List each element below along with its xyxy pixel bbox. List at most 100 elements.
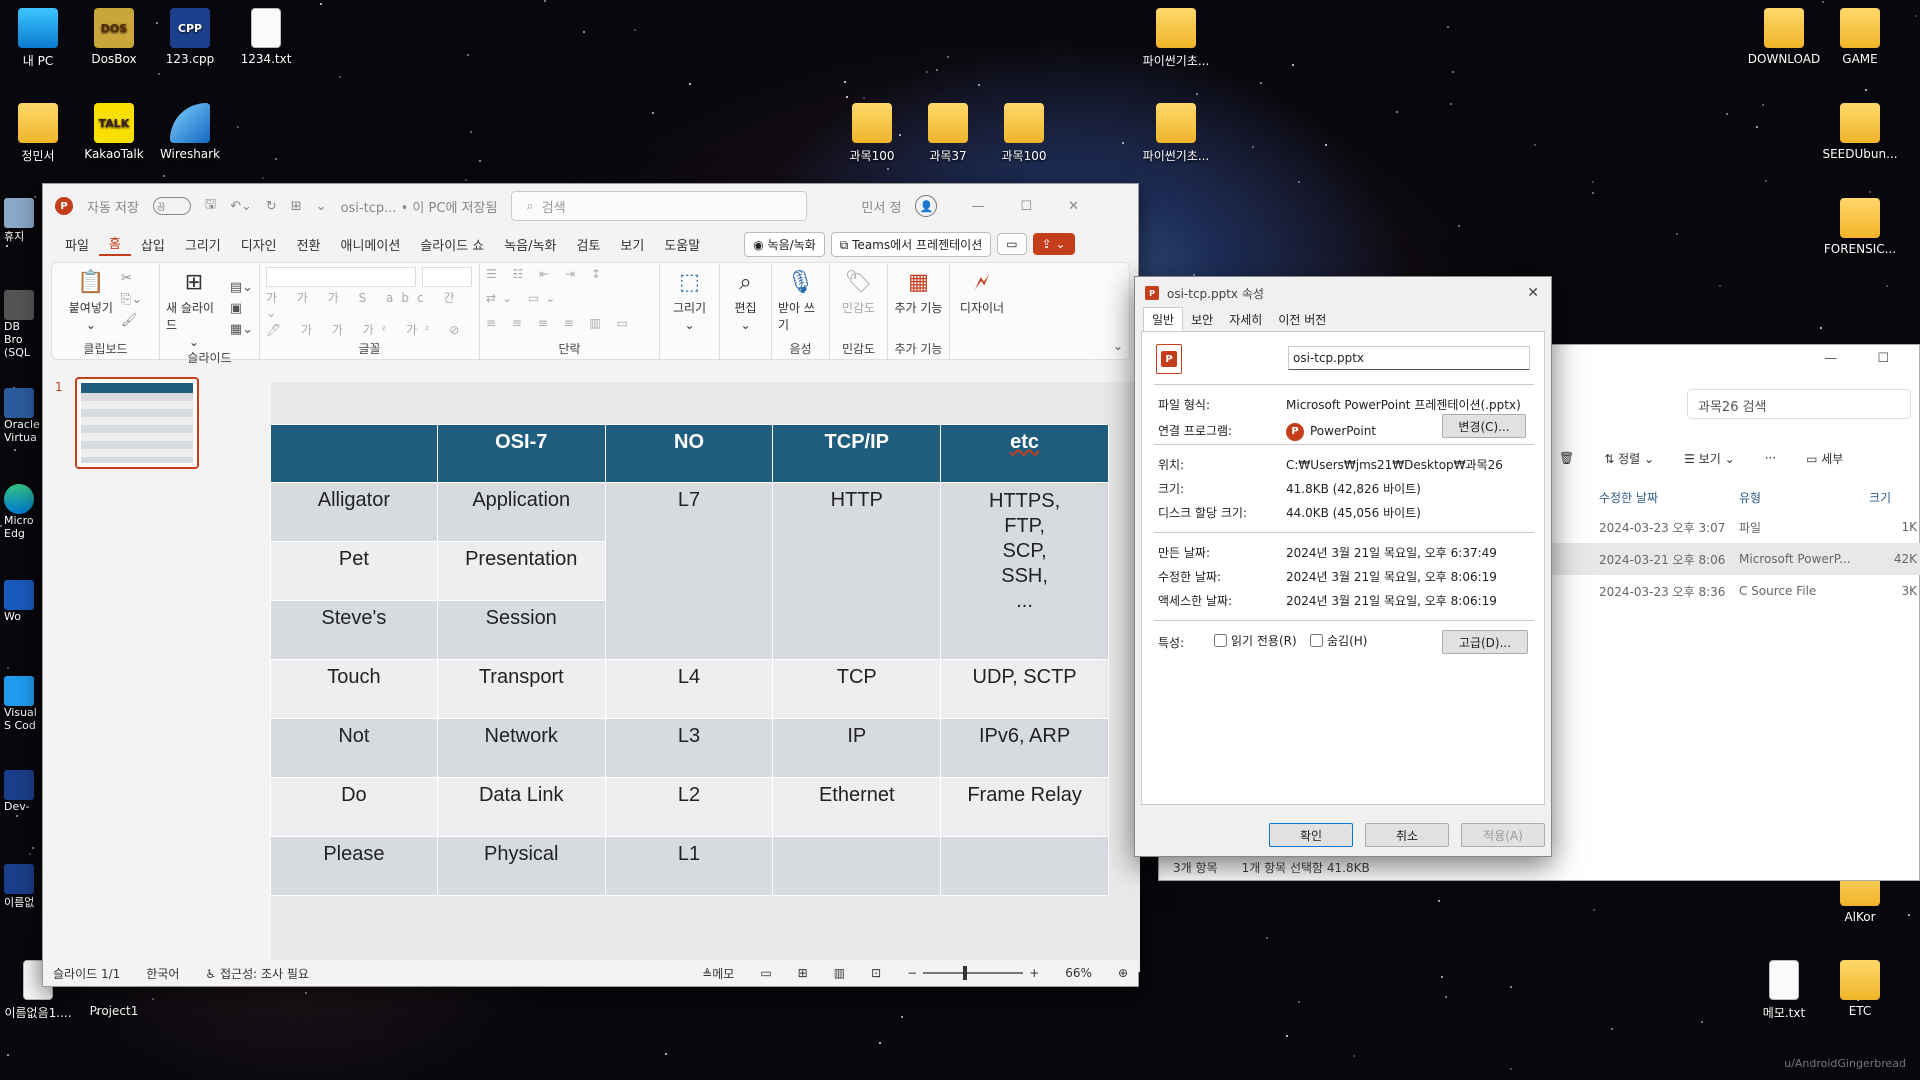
zoom-slider[interactable]: − + bbox=[907, 966, 1039, 980]
desktop-icon-subject100a[interactable]: 과목100 bbox=[834, 103, 910, 164]
share-button[interactable]: ⇪ ⌄ bbox=[1032, 233, 1075, 255]
tab-view[interactable]: 보기 bbox=[610, 235, 654, 254]
delete-icon[interactable]: 🗑 bbox=[1559, 451, 1574, 465]
document-title[interactable]: osi-tcp... • 이 PC에 저장됨 bbox=[341, 197, 498, 216]
minimize-icon[interactable]: — bbox=[971, 199, 984, 214]
tab-file[interactable]: 파일 bbox=[55, 235, 99, 254]
tab-details[interactable]: 자세히 bbox=[1221, 308, 1270, 331]
desktop-icon-subject100b[interactable]: 과목100 bbox=[986, 103, 1062, 164]
tab-draw[interactable]: 그리기 bbox=[175, 235, 231, 254]
new-slide-button[interactable]: ⊞ 새 슬라이드 ⌄ bbox=[166, 267, 222, 350]
cancel-button[interactable]: 취소 bbox=[1365, 823, 1449, 847]
slide-thumbnail[interactable] bbox=[75, 377, 199, 469]
tab-record[interactable]: 녹음/녹화 bbox=[494, 235, 566, 254]
desktop-icon-vscode[interactable]: Visual S Cod bbox=[4, 676, 42, 732]
font-name-box[interactable] bbox=[266, 267, 416, 287]
sort-button[interactable]: ⇅ 정렬 ⌄ bbox=[1604, 450, 1654, 467]
redo-icon[interactable]: ↻ bbox=[266, 199, 277, 214]
format-painter-icon[interactable]: 🖌 bbox=[121, 313, 142, 328]
present-icon[interactable]: ⊞ bbox=[291, 199, 302, 214]
paste-button[interactable]: 📋 붙여넣기 ⌄ bbox=[69, 267, 113, 333]
normal-view-icon[interactable]: ▭ bbox=[760, 966, 771, 980]
desktop-icon-word[interactable]: Wo bbox=[4, 580, 34, 623]
sensitivity-button[interactable]: 🏷 민감도 bbox=[842, 267, 875, 316]
desktop-icon-kakaotalk[interactable]: TALK KakaoTalk bbox=[76, 103, 152, 161]
accessibility-status[interactable]: ♿ 접근성: 조사 필요 bbox=[205, 965, 309, 982]
layout-icon[interactable]: ▤⌄ bbox=[230, 280, 253, 295]
desktop-icon-python-a[interactable]: 파이썬기초... bbox=[1138, 8, 1214, 69]
desktop-icon-memo-txt[interactable]: 메모.txt bbox=[1746, 960, 1822, 1021]
desktop-icon-noname[interactable]: 이름없 bbox=[4, 864, 34, 910]
close-icon[interactable]: ✕ bbox=[1527, 285, 1551, 301]
col-modified[interactable]: 수정한 날짜 bbox=[1599, 489, 1739, 506]
slide-osi-table[interactable]: OSI-7 NO TCP/IP etc Alligator Applicatio… bbox=[270, 424, 1109, 896]
zoom-level[interactable]: 66% bbox=[1065, 966, 1092, 980]
cut-icon[interactable]: ✂ bbox=[121, 271, 142, 286]
tab-general[interactable]: 일반 bbox=[1143, 307, 1184, 331]
tab-slideshow[interactable]: 슬라이드 쇼 bbox=[410, 235, 494, 254]
desktop-icon-1234-txt[interactable]: 1234.txt bbox=[228, 8, 304, 66]
reset-icon[interactable]: ▣ bbox=[230, 301, 253, 316]
teams-present-button[interactable]: ⧉ Teams에서 프레젠테이션 bbox=[830, 231, 992, 257]
desktop-icon-download[interactable]: DOWNLOAD bbox=[1746, 8, 1822, 66]
addins-button[interactable]: ▦ 추가 기능 bbox=[895, 267, 943, 316]
slide-sorter-icon[interactable]: ⊞ bbox=[798, 966, 808, 980]
col-type[interactable]: 유형 bbox=[1739, 489, 1869, 506]
tab-previous-versions[interactable]: 이전 버전 bbox=[1270, 308, 1334, 331]
tab-review[interactable]: 검토 bbox=[567, 235, 611, 254]
table-row[interactable]: 2024-03-23 오후 3:07 파일 1K bbox=[1549, 511, 1920, 543]
file-properties-dialog[interactable]: P osi-tcp.pptx 속성 ✕ 일반 보안 자세히 이전 버전 P os… bbox=[1134, 276, 1552, 857]
details-pane-button[interactable]: ▭ 세부 bbox=[1806, 450, 1843, 467]
reading-view-icon[interactable]: ▥ bbox=[834, 966, 845, 980]
tab-home[interactable]: 홈 bbox=[98, 233, 131, 256]
save-icon[interactable]: 🖫 bbox=[205, 195, 216, 217]
collapse-ribbon-icon[interactable]: ⌄ bbox=[1113, 339, 1123, 353]
notes-button[interactable]: ≜메모 bbox=[702, 965, 734, 982]
desktop-icon-my-pc[interactable]: 내 PC bbox=[0, 8, 76, 69]
slide-count[interactable]: 슬라이드 1/1 bbox=[53, 965, 120, 982]
close-icon[interactable]: ✕ bbox=[1068, 199, 1079, 214]
copy-icon[interactable]: ⎘⌄ bbox=[121, 292, 142, 307]
edit-button[interactable]: ⌕ 편집 ⌄ bbox=[731, 267, 761, 333]
user-name[interactable]: 민서 정 bbox=[861, 197, 901, 216]
language[interactable]: 한국어 bbox=[146, 965, 179, 982]
explorer-search-box[interactable]: 과목26 검색 bbox=[1687, 389, 1911, 419]
desktop-icon-dosbox[interactable]: DOS DosBox bbox=[76, 8, 152, 66]
advanced-button[interactable]: 고급(D)... bbox=[1442, 630, 1528, 654]
draw-button[interactable]: ⬚ 그리기 ⌄ bbox=[673, 267, 706, 333]
desktop-icon-etc[interactable]: ETC bbox=[1822, 960, 1898, 1018]
section-icon[interactable]: ▦⌄ bbox=[230, 322, 253, 337]
more-icon[interactable]: ··· bbox=[1765, 451, 1776, 465]
dictate-button[interactable]: 🎙 받아 쓰기 bbox=[778, 267, 823, 333]
col-size[interactable]: 크기 bbox=[1869, 489, 1891, 506]
table-row[interactable]: 2024-03-21 오후 8:06 Microsoft PowerP... 42K bbox=[1549, 543, 1920, 575]
fit-slide-icon[interactable]: ⊕ bbox=[1118, 966, 1138, 980]
maximize-icon[interactable]: ☐ bbox=[1020, 199, 1032, 214]
tab-security[interactable]: 보안 bbox=[1183, 308, 1221, 331]
font-size-box[interactable] bbox=[422, 267, 472, 287]
desktop-icon-wireshark[interactable]: Wireshark bbox=[152, 103, 228, 161]
view-button[interactable]: ☰ 보기 ⌄ bbox=[1684, 450, 1735, 467]
avatar[interactable]: 👤 bbox=[915, 195, 938, 217]
readonly-checkbox[interactable]: 읽기 전용(R) bbox=[1214, 632, 1297, 649]
hidden-checkbox[interactable]: 숨김(H) bbox=[1310, 632, 1367, 649]
filename-input[interactable]: osi-tcp.pptx bbox=[1288, 346, 1530, 370]
ok-button[interactable]: 확인 bbox=[1269, 823, 1353, 847]
tab-transitions[interactable]: 전환 bbox=[287, 235, 331, 254]
autosave-toggle[interactable]: 끔 bbox=[152, 197, 191, 215]
desktop-icon-jeongminseo[interactable]: 정민서 bbox=[0, 103, 76, 164]
undo-icon[interactable]: ↶⌄ bbox=[230, 199, 252, 214]
desktop-icon-seedubuntu[interactable]: SEEDUbun... bbox=[1822, 103, 1898, 161]
desktop-icon-forensic[interactable]: FORENSIC... bbox=[1822, 198, 1898, 256]
desktop-icon-edge[interactable]: Micro Edg bbox=[4, 484, 42, 540]
customize-qat-icon[interactable]: ⌄ bbox=[316, 199, 327, 214]
tab-help[interactable]: 도움말 bbox=[654, 235, 710, 254]
desktop-icon-virtualbox[interactable]: Oracle Virtua bbox=[4, 388, 42, 444]
desktop-icon-123-cpp[interactable]: CPP 123.cpp bbox=[152, 8, 228, 66]
tab-design[interactable]: 디자인 bbox=[231, 235, 287, 254]
tab-insert[interactable]: 삽입 bbox=[131, 235, 175, 254]
desktop-icon-subject37[interactable]: 과목37 bbox=[910, 103, 986, 164]
desktop-icon-python-b[interactable]: 파이썬기초... bbox=[1138, 103, 1214, 164]
desktop-icon-devcpp[interactable]: Dev- bbox=[4, 770, 34, 813]
desktop-icon-game[interactable]: GAME bbox=[1822, 8, 1898, 66]
